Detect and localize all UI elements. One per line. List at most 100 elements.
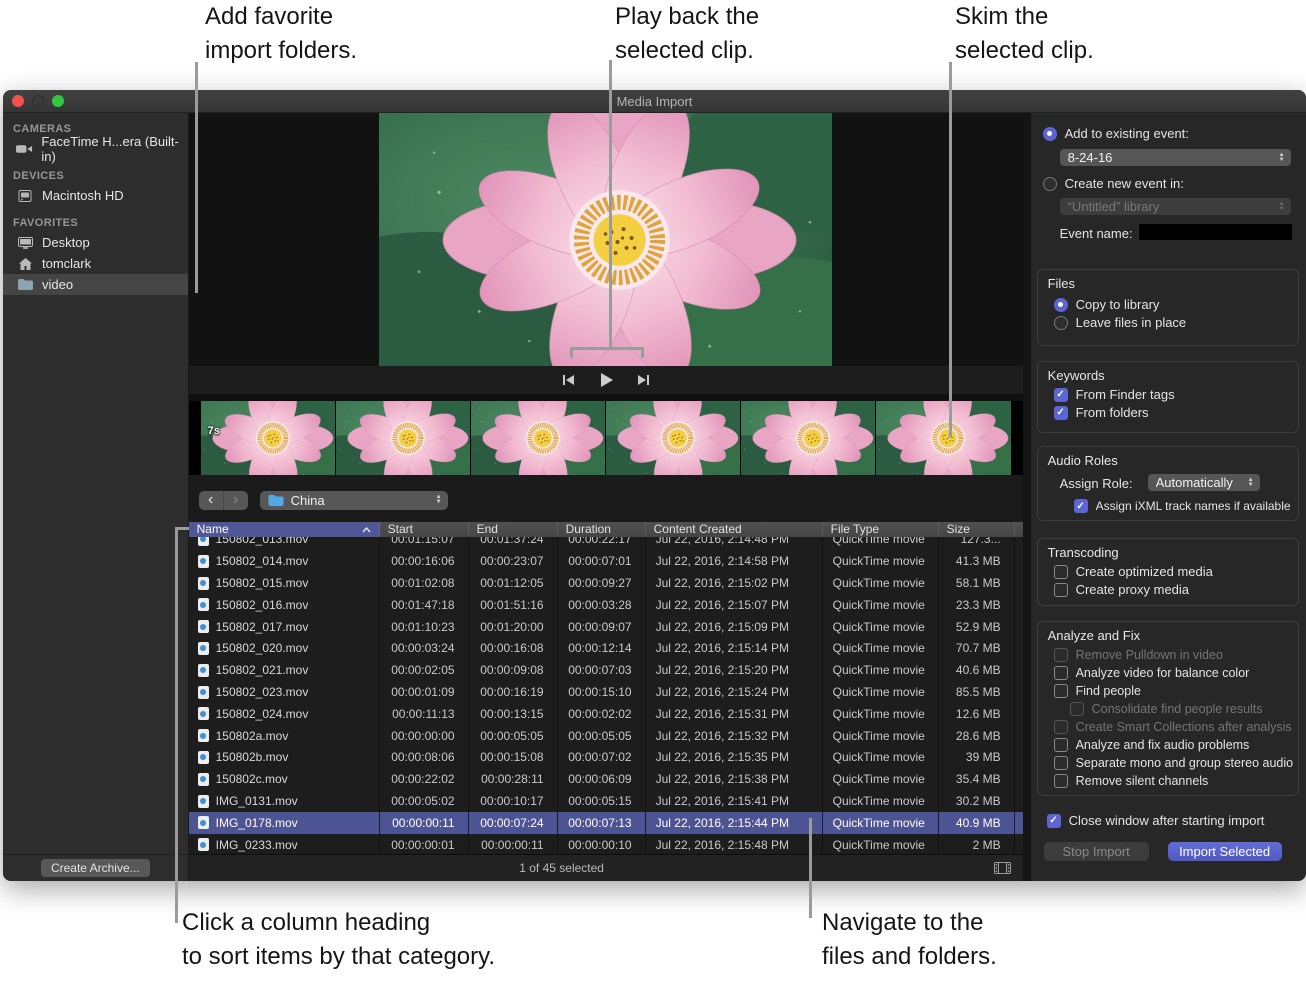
sidebar-item-macintosh-hd[interactable]: Macintosh HD: [3, 185, 188, 206]
check-create-proxy-media[interactable]: Create proxy media: [1054, 582, 1189, 597]
table-row[interactable]: IMG_0233.mov00:00:00:0100:00:00:1100:00:…: [189, 834, 1023, 854]
cell-start: 00:00:08:06: [380, 747, 469, 769]
sidebar-item-label: tomclark: [42, 256, 91, 271]
assign-role-dropdown[interactable]: Automatically ▲▼: [1148, 474, 1260, 491]
check-find-people[interactable]: Find people: [1054, 684, 1141, 698]
close-window-button[interactable]: [12, 95, 24, 107]
table-row[interactable]: IMG_0178.mov00:00:00:1100:00:07:2400:00:…: [189, 812, 1023, 834]
title-bar[interactable]: Media Import: [3, 90, 1306, 113]
cell-name: IMG_0233.mov: [189, 834, 380, 854]
cell-text: 00:00:07:01: [568, 554, 631, 568]
create-archive-button[interactable]: Create Archive...: [41, 859, 150, 877]
table-row[interactable]: 150802_015.mov00:01:02:0800:01:12:0500:0…: [189, 572, 1023, 594]
back-button[interactable]: ‹: [199, 491, 224, 510]
table-row[interactable]: 150802a.mov00:00:00:0000:00:05:0500:00:0…: [189, 725, 1023, 747]
check-remove-silent-channels[interactable]: Remove silent channels: [1054, 774, 1209, 788]
filmstrip[interactable]: 7s: [189, 401, 1023, 475]
forward-button[interactable]: ›: [224, 491, 248, 510]
existing-event-dropdown[interactable]: 8-24-16 ▲▼: [1060, 149, 1291, 166]
movie-file-icon: [198, 751, 209, 764]
home-icon: [16, 258, 34, 270]
sidebar-item-tomclark[interactable]: tomclark: [3, 253, 188, 274]
cell-name: 150802_017.mov: [189, 616, 380, 638]
check-analyze-and-fix-audio-problems[interactable]: Analyze and fix audio problems: [1054, 738, 1250, 752]
filmstrip-view-icon[interactable]: [994, 862, 1011, 877]
cell-size: 52.9 MB: [939, 616, 1015, 638]
table-row[interactable]: 150802b.mov00:00:08:0600:00:15:0800:00:0…: [189, 747, 1023, 769]
cell-text: 12.6 MB: [956, 707, 1001, 721]
analyze-fix-group: Analyze and Fix Remove Pulldown in video…: [1037, 621, 1299, 796]
table-row[interactable]: 150802_017.mov00:01:10:2300:01:20:0000:0…: [189, 616, 1023, 638]
column-header-size[interactable]: Size: [939, 522, 1015, 537]
cell-content-created: Jul 22, 2016, 2:15:24 PM: [646, 681, 823, 703]
table-row[interactable]: IMG_0131.mov00:00:05:0200:00:10:1700:00:…: [189, 790, 1023, 812]
table-row[interactable]: 150802_021.mov00:00:02:0500:00:09:0800:0…: [189, 659, 1023, 681]
filmstrip-thumbnail[interactable]: [471, 401, 605, 475]
clip-preview[interactable]: [189, 113, 1023, 366]
check-analyze-video-for-balance-color[interactable]: Analyze video for balance color: [1054, 666, 1250, 680]
check-create-optimized-media[interactable]: Create optimized media: [1054, 564, 1213, 579]
filmstrip-thumbnail[interactable]: [336, 401, 470, 475]
table-row[interactable]: 150802_016.mov00:01:47:1800:01:51:1600:0…: [189, 594, 1023, 616]
option-label: From folders: [1076, 405, 1149, 420]
play-button[interactable]: [599, 373, 613, 387]
radio-leave-files-in-place[interactable]: Leave files in place: [1054, 315, 1187, 330]
zoom-window-button[interactable]: [52, 95, 64, 107]
check-separate-mono-and-group-stereo-audio[interactable]: Separate mono and group stereo audio: [1054, 756, 1294, 770]
sidebar-item-facetime-h-era-built-in[interactable]: FaceTime H...era (Built-in): [3, 138, 188, 159]
table-row[interactable]: 150802_024.mov00:00:11:1300:00:13:1500:0…: [189, 703, 1023, 725]
cell-content-created: Jul 22, 2016, 2:15:02 PM: [646, 572, 823, 594]
sidebar-item-video[interactable]: video: [3, 274, 188, 295]
skip-forward-button[interactable]: [637, 374, 650, 386]
minimize-window-button[interactable]: [32, 95, 44, 107]
table-row[interactable]: 150802_020.mov00:00:03:2400:00:16:0800:0…: [189, 638, 1023, 660]
chevron-up-down-icon: ▲▼: [1279, 202, 1285, 212]
column-header-start[interactable]: Start: [380, 522, 469, 537]
sidebar-item-desktop[interactable]: Desktop: [3, 232, 188, 253]
column-header-duration[interactable]: Duration: [558, 522, 646, 537]
skip-back-button[interactable]: [562, 374, 575, 386]
create-new-event-radio[interactable]: Create new event in:: [1043, 176, 1184, 191]
filmstrip-thumbnail[interactable]: [741, 401, 875, 475]
movie-file-icon: [198, 664, 209, 677]
cell-content-created: Jul 22, 2016, 2:14:48 PM: [646, 537, 823, 551]
check-from-folders[interactable]: ✓From folders: [1054, 405, 1149, 420]
cell-start: 00:00:00:00: [380, 725, 469, 747]
cell-text: 00:01:10:23: [391, 620, 454, 634]
column-header-content-created[interactable]: Content Created: [646, 522, 823, 537]
cell-text: 00:00:05:05: [568, 729, 631, 743]
table-row[interactable]: 150802c.mov00:00:22:0200:00:28:1100:00:0…: [189, 768, 1023, 790]
files-group: Files Copy to libraryLeave files in plac…: [1037, 269, 1299, 346]
cell-name: IMG_0131.mov: [189, 790, 380, 812]
filmstrip-thumbnail[interactable]: [876, 401, 1010, 475]
callout-line-text: Skim the: [955, 0, 1094, 34]
table-row[interactable]: 150802_013.mov00:01:15:0700:01:37:2400:0…: [189, 537, 1023, 551]
callout-connector: [949, 62, 952, 437]
callout-line-text: files and folders.: [822, 940, 997, 974]
callout-line-text: Play back the: [615, 0, 759, 34]
column-header-file-type[interactable]: File Type: [823, 522, 939, 537]
filmstrip-thumbnail[interactable]: 7s: [201, 401, 335, 475]
column-header-name[interactable]: Name: [189, 522, 380, 537]
cell-text: 00:00:12:14: [568, 641, 631, 655]
cell-text: 00:00:23:07: [480, 554, 543, 568]
table-row[interactable]: 150802_023.mov00:00:01:0900:00:16:1900:0…: [189, 681, 1023, 703]
column-header-end[interactable]: End: [469, 522, 558, 537]
radio-off-icon: [1043, 177, 1057, 191]
close-window-checkbox[interactable]: ✓ Close window after starting import: [1047, 813, 1265, 828]
event-name-input[interactable]: [1139, 224, 1292, 240]
ixml-checkbox[interactable]: ✓ Assign iXML track names if available: [1074, 499, 1291, 513]
sidebar-item-label: Desktop: [42, 235, 90, 250]
cell-text: Jul 22, 2016, 2:15:44 PM: [656, 816, 789, 830]
table-row[interactable]: 150802_014.mov00:00:16:0600:00:23:0700:0…: [189, 550, 1023, 572]
cell-size: 58.1 MB: [939, 572, 1015, 594]
folder-dropdown[interactable]: China ▲▼: [260, 491, 448, 510]
check-from-finder-tags[interactable]: ✓From Finder tags: [1054, 387, 1175, 402]
folder-icon: [268, 495, 284, 506]
stop-import-button[interactable]: Stop Import: [1044, 842, 1149, 861]
filmstrip-thumbnail[interactable]: [606, 401, 740, 475]
import-selected-button[interactable]: Import Selected: [1168, 842, 1282, 861]
radio-copy-to-library[interactable]: Copy to library: [1054, 297, 1160, 312]
cell-end: 00:00:09:08: [469, 659, 558, 681]
add-to-existing-event-radio[interactable]: Add to existing event:: [1043, 126, 1189, 141]
